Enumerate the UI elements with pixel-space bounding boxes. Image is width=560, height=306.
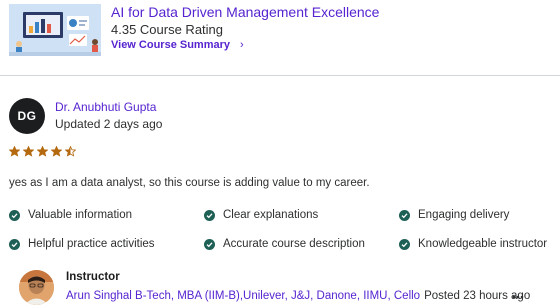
check-circle-icon bbox=[9, 238, 20, 250]
instructor-heading: Instructor bbox=[66, 271, 120, 283]
star-full-icon bbox=[23, 146, 34, 157]
instructor-name-link[interactable]: Arun Singhal B-Tech, MBA (IIM-B),Unileve… bbox=[66, 290, 420, 302]
course-title[interactable]: AI for Data Driven Management Excellence bbox=[111, 4, 379, 20]
chevron-right-icon: › bbox=[240, 39, 244, 51]
instructor-avatar bbox=[19, 270, 54, 305]
view-course-summary-label: View Course Summary bbox=[111, 39, 231, 51]
star-full-icon bbox=[51, 146, 62, 157]
tag-label: Knowledgeable instructor bbox=[418, 238, 548, 250]
star-rating bbox=[9, 146, 76, 157]
tag-item: Accurate course description bbox=[204, 238, 365, 250]
star-half-icon bbox=[65, 146, 76, 157]
review-text: yes as I am a data analyst, so this cour… bbox=[9, 177, 370, 189]
tag-item: Helpful practice activities bbox=[9, 238, 155, 250]
view-course-summary-link[interactable]: View Course Summary › bbox=[111, 39, 244, 51]
tag-item: Clear explanations bbox=[204, 209, 318, 221]
tag-label: Clear explanations bbox=[223, 209, 319, 221]
tag-item: Engaging delivery bbox=[399, 209, 509, 221]
star-full-icon bbox=[37, 146, 48, 157]
course-summary-card: AI for Data Driven Management Excellence… bbox=[0, 0, 560, 76]
course-thumbnail-illustration bbox=[9, 4, 101, 56]
tag-item: Knowledgeable instructor bbox=[399, 238, 547, 250]
check-circle-icon bbox=[399, 238, 410, 250]
check-circle-icon bbox=[204, 209, 215, 221]
course-thumbnail[interactable] bbox=[9, 4, 101, 56]
reviewer-avatar: DG bbox=[9, 98, 45, 134]
tag-label: Valuable information bbox=[28, 209, 132, 221]
course-rating: 4.35 Course Rating bbox=[111, 22, 224, 37]
check-circle-icon bbox=[204, 238, 215, 250]
tag-item: Valuable information bbox=[9, 209, 132, 221]
check-circle-icon bbox=[399, 209, 410, 221]
check-circle-icon bbox=[9, 209, 20, 221]
reviewer-name[interactable]: Dr. Anubhuti Gupta bbox=[55, 100, 156, 114]
review-updated-time: Updated 2 days ago bbox=[55, 117, 163, 131]
tag-label: Engaging delivery bbox=[418, 209, 510, 221]
tag-label: Helpful practice activities bbox=[28, 238, 155, 250]
tag-label: Accurate course description bbox=[223, 238, 365, 250]
star-full-icon bbox=[9, 146, 20, 157]
instructor-response-meta: Arun Singhal B-Tech, MBA (IIM-B),Unileve… bbox=[66, 290, 530, 302]
more-options-icon[interactable] bbox=[510, 290, 526, 304]
